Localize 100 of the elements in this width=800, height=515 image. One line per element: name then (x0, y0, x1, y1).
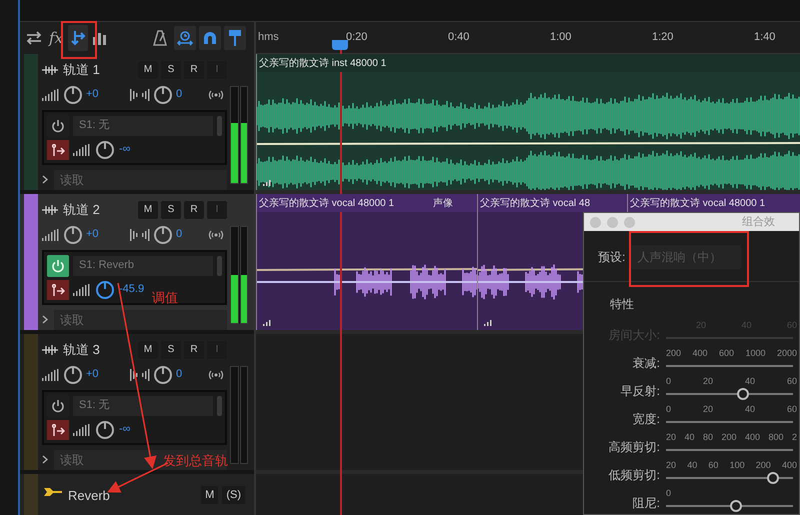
scale-label: 2 (792, 430, 797, 444)
expand-chevron-icon[interactable] (42, 455, 48, 464)
send-icon (47, 140, 69, 160)
send-icon (47, 420, 69, 440)
waveform-icon (42, 204, 58, 215)
ruler-time-label: 0:20 (346, 30, 368, 45)
pan-envelope-line[interactable] (257, 268, 477, 271)
marker-pin-button[interactable] (224, 26, 246, 50)
annotation-text: 发到总音轨 (163, 452, 228, 470)
slider-track[interactable] (666, 388, 793, 400)
scale-label: 20 (702, 402, 713, 416)
volume-bars-icon (73, 424, 91, 436)
slider-thumb[interactable] (737, 388, 750, 400)
scrollbar[interactable] (217, 256, 222, 276)
send-level-value: -∞ (119, 142, 131, 158)
time-stretch-button[interactable] (174, 26, 196, 50)
clip-title: 父亲写的散文诗 vocal 48000 1 (630, 196, 766, 210)
pin-icon (229, 30, 241, 46)
pan-bars-icon (130, 88, 150, 100)
clip-effect-label[interactable]: 声像 (433, 196, 453, 210)
volume-value: +0 (86, 227, 100, 242)
stereo-icon (207, 230, 225, 240)
metronome-icon (153, 30, 167, 46)
slider-track[interactable] (666, 472, 793, 484)
track-toggle-button[interactable]: S (161, 200, 181, 219)
scale-label: 60 (786, 374, 797, 388)
track-toggle-button[interactable]: R (184, 200, 204, 219)
ruler-time-label: 1:20 (652, 30, 674, 45)
scale-label: 200 (666, 346, 682, 360)
slider-track[interactable] (666, 500, 793, 512)
clip-title: 父亲写的散文诗 vocal 48000 1 (259, 196, 394, 210)
track-toggle-button[interactable]: M (138, 60, 158, 79)
knob[interactable] (63, 84, 83, 104)
swap-arrows-icon (26, 31, 42, 45)
waveform-icon (42, 64, 58, 75)
volume-bars-icon (73, 144, 91, 156)
clip-gain-icon (263, 320, 270, 326)
playhead-handle[interactable] (332, 40, 348, 50)
audio-clip[interactable]: 父亲写的散文诗 inst 48000 1 (256, 54, 800, 190)
ruler-unit: hms (257, 30, 280, 45)
scale-label: 0 (666, 402, 672, 416)
send-power-button[interactable] (47, 254, 69, 276)
track-toggle-button[interactable]: R (184, 340, 204, 359)
preset-label: 预设: (598, 249, 626, 266)
fx-tab[interactable]: fx (46, 25, 66, 51)
scale-label: 1000 (745, 346, 766, 360)
scale-label: 60 (708, 458, 718, 472)
knob[interactable] (153, 224, 173, 244)
knob[interactable] (63, 364, 83, 384)
knob[interactable] (95, 420, 115, 440)
bus-toggle-button[interactable]: (S) (222, 486, 245, 504)
track-toggle-button[interactable]: R (184, 60, 204, 79)
bus-toggle-button[interactable]: M (201, 486, 218, 504)
scrollbar[interactable] (217, 116, 222, 136)
volume-bars-icon (42, 368, 60, 380)
power-icon (51, 398, 65, 412)
scale-label: 200 (756, 458, 771, 472)
slider-thumb[interactable] (766, 472, 779, 484)
scale-label: 0 (666, 486, 672, 500)
eq-bars-icon (93, 31, 107, 45)
clock-arrows-icon (177, 30, 193, 46)
pan-value: 0 (176, 367, 182, 382)
track-toggle-button[interactable]: S (161, 60, 181, 79)
waveform-icon (42, 344, 58, 355)
parameter-label: 宽度: (632, 411, 661, 428)
expand-chevron-icon[interactable] (42, 315, 48, 324)
knob[interactable] (153, 84, 173, 104)
scale-label: 400 (782, 458, 797, 472)
sends-arrows-tab[interactable] (68, 25, 88, 51)
slider-thumb[interactable] (730, 500, 742, 512)
parameter-label: 早反射: (620, 383, 661, 400)
clip-title: 父亲写的散文诗 vocal 48 (480, 196, 590, 210)
parameter-label: 阻尼: (632, 495, 661, 512)
scale-label: 20 (666, 430, 676, 444)
track-toggle-button[interactable]: S (161, 340, 181, 359)
expand-chevron-icon[interactable] (42, 175, 48, 184)
pan-bars-icon (130, 368, 150, 380)
knob[interactable] (95, 140, 115, 160)
knob[interactable] (153, 364, 173, 384)
knob[interactable] (63, 224, 83, 244)
sends-arrows-icon (70, 30, 86, 46)
scale-label: 0 (666, 374, 672, 388)
track-toggle-button[interactable]: M (138, 200, 158, 219)
parameter-label: 低频剪切: (608, 467, 661, 484)
power-icon (51, 118, 65, 132)
scale-label: 400 (744, 430, 760, 444)
parameter-label: 衰减: (632, 355, 661, 372)
knob[interactable] (95, 280, 115, 300)
track-toggle-button[interactable]: M (138, 340, 158, 359)
volume-envelope-line[interactable] (257, 142, 800, 145)
snap-magnet-button[interactable] (199, 26, 221, 50)
scrollbar[interactable] (217, 396, 222, 416)
volume-bars-icon (42, 88, 60, 100)
audio-clip[interactable]: 父亲写的散文诗 vocal 48000 1 声像 (256, 194, 477, 330)
scale-label: 40 (744, 374, 755, 388)
dialog-title: 组合效 (742, 214, 776, 230)
scale-label: 20 (666, 458, 676, 472)
power-icon (51, 258, 65, 272)
scale-label: 80 (702, 430, 713, 444)
ruler-time-label: 1:40 (754, 30, 776, 45)
